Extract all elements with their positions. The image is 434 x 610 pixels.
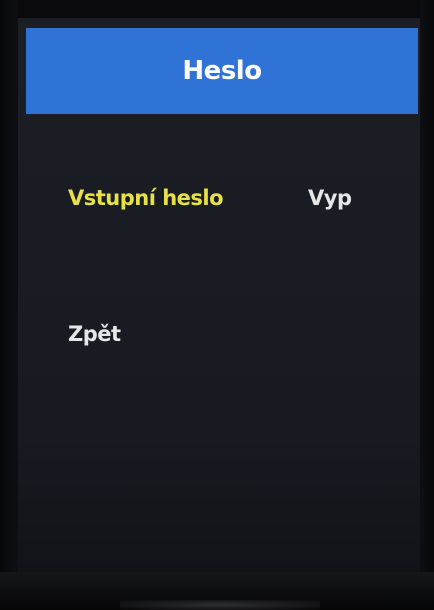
menu-item-value: Vyp xyxy=(308,186,352,210)
menu-item-label: Vstupní heslo xyxy=(68,186,224,210)
bezel-right xyxy=(420,0,434,610)
bezel-left xyxy=(0,0,18,610)
menu-item-label: Zpět xyxy=(68,322,121,346)
menu-item-entry-password[interactable]: Vstupní heslo Vyp xyxy=(68,186,408,210)
page-title: Heslo xyxy=(182,56,262,86)
screen: Heslo Vstupní heslo Vyp Zpět xyxy=(18,18,420,572)
bezel-bottom xyxy=(0,572,434,610)
menu-item-back[interactable]: Zpět xyxy=(68,322,408,346)
screen-glare xyxy=(120,600,320,610)
bezel-top xyxy=(0,0,434,18)
device-frame: Heslo Vstupní heslo Vyp Zpět xyxy=(0,0,434,610)
header-bar: Heslo xyxy=(26,28,418,114)
